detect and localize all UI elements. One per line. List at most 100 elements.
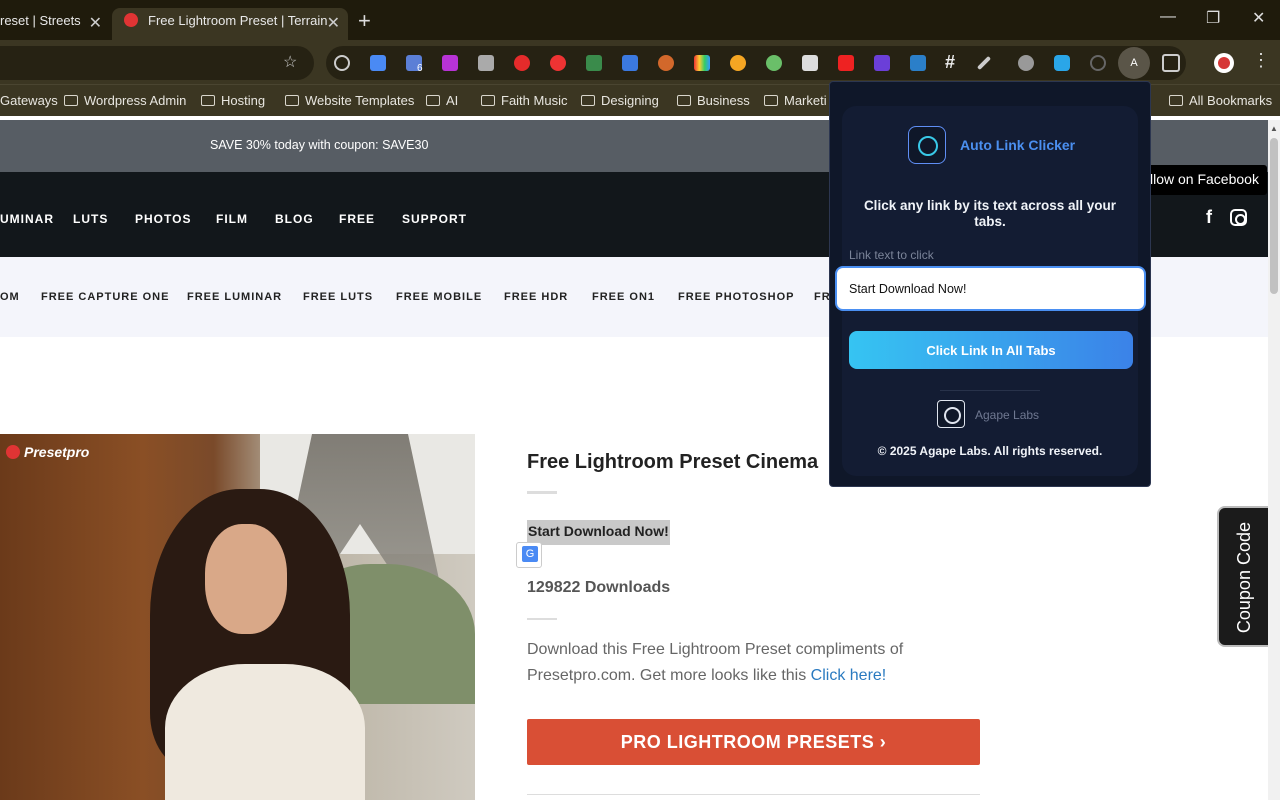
bookmark-label: Marketi bbox=[784, 93, 827, 108]
product-description: Download this Free Lightroom Preset comp… bbox=[527, 637, 927, 689]
bookmark-gateways[interactable]: Gateways bbox=[0, 93, 58, 108]
bookmark-marketing[interactable]: Marketi bbox=[764, 93, 827, 108]
subnav-free-luminar[interactable]: FREE LUMINAR bbox=[187, 291, 282, 303]
folder-icon bbox=[64, 95, 78, 106]
new-tab-button[interactable]: + bbox=[358, 8, 371, 34]
product-title: Free Lightroom Preset Cinema bbox=[527, 451, 819, 473]
start-download-link[interactable]: Start Download Now! bbox=[527, 520, 670, 545]
chat-extension-icon[interactable] bbox=[1054, 55, 1070, 71]
nav-support[interactable]: SUPPORT bbox=[402, 212, 467, 226]
tab-terrain[interactable]: Free Lightroom Preset | Terrain ✕ bbox=[112, 8, 348, 40]
page-scrollbar[interactable]: ▲ bbox=[1268, 120, 1280, 800]
close-tab-icon[interactable]: ✕ bbox=[89, 13, 102, 33]
hashtag-extension-icon[interactable]: # bbox=[945, 52, 955, 73]
bookmark-designing[interactable]: Designing bbox=[581, 93, 659, 108]
subnav-free-hdr[interactable]: FREE HDR bbox=[504, 291, 568, 303]
puzzle-extensions-icon[interactable] bbox=[1162, 54, 1180, 72]
folder-icon bbox=[677, 95, 691, 106]
grid-extension-icon[interactable] bbox=[802, 55, 818, 71]
dress-shape bbox=[165, 664, 365, 800]
download-extension-icon[interactable] bbox=[442, 55, 458, 71]
nav-luminar[interactable]: UMINAR bbox=[0, 212, 54, 226]
close-tab-icon[interactable]: ✕ bbox=[327, 13, 340, 33]
instagram-icon[interactable] bbox=[1230, 209, 1247, 226]
bookmark-label: AI bbox=[446, 93, 459, 108]
folder-icon bbox=[581, 95, 595, 106]
disabled-extension-icon[interactable] bbox=[1090, 55, 1106, 71]
link-text-label: Link text to click bbox=[849, 248, 934, 262]
heart-extension-icon[interactable] bbox=[838, 55, 854, 71]
tab-title: reset | Streets bbox=[0, 13, 81, 28]
pro-lightroom-presets-button[interactable]: PRO LIGHTROOM PRESETS › bbox=[527, 719, 980, 765]
bookmark-star-icon[interactable]: ☆ bbox=[283, 52, 297, 72]
tab-strip: reset | Streets ✕ Free Lightroom Preset … bbox=[0, 0, 1280, 40]
auto-link-clicker-logo-icon bbox=[908, 126, 946, 164]
folder-icon bbox=[764, 95, 778, 106]
subnav-free-mobile[interactable]: FREE MOBILE bbox=[396, 291, 482, 303]
subnav-free-luts[interactable]: FREE LUTS bbox=[303, 291, 373, 303]
folder-icon bbox=[201, 95, 215, 106]
tab-title: Free Lightroom Preset | Terrain bbox=[148, 13, 328, 28]
facebook-tooltip: llow on Facebook bbox=[1140, 165, 1267, 195]
bookmark-label: Gateways bbox=[0, 93, 58, 108]
subnav-free-on1[interactable]: FREE ON1 bbox=[592, 291, 655, 303]
auto-link-clicker-popup: Auto Link Clicker Click any link by its … bbox=[829, 81, 1151, 487]
bookmark-all-bookmarks[interactable]: All Bookmarks bbox=[1169, 93, 1272, 108]
bookmark-hosting[interactable]: Hosting bbox=[201, 93, 265, 108]
address-bar[interactable] bbox=[0, 46, 314, 80]
cursor-extension-icon[interactable] bbox=[910, 55, 926, 71]
bookmark-faith-music[interactable]: Faith Music bbox=[481, 93, 567, 108]
leaf-extension-icon[interactable] bbox=[766, 55, 782, 71]
bookmark-label: Designing bbox=[601, 93, 659, 108]
bookmark-label: Hosting bbox=[221, 93, 266, 108]
minimize-icon[interactable]: — bbox=[1160, 8, 1176, 26]
restore-icon[interactable]: ❐ bbox=[1206, 8, 1220, 28]
tab-streets[interactable]: reset | Streets ✕ bbox=[0, 8, 110, 40]
bookmark-business[interactable]: Business bbox=[677, 93, 750, 108]
camera-extension-icon[interactable] bbox=[478, 55, 494, 71]
font-extension-icon[interactable] bbox=[874, 55, 890, 71]
bookmark-website-templates[interactable]: Website Templates bbox=[285, 93, 414, 108]
palette-extension-icon[interactable] bbox=[694, 55, 710, 71]
image-extension-icon[interactable] bbox=[586, 55, 602, 71]
presetpro-favicon-icon bbox=[124, 13, 138, 27]
subnav-free-capture-one[interactable]: FREE CAPTURE ONE bbox=[41, 291, 169, 303]
face-shape bbox=[205, 524, 287, 634]
bookmark-label: All Bookmarks bbox=[1189, 93, 1273, 108]
subnav-free-photoshop[interactable]: FREE PHOTOSHOP bbox=[678, 291, 794, 303]
link-text-input[interactable] bbox=[835, 266, 1146, 311]
nav-film[interactable]: FILM bbox=[216, 212, 248, 226]
click-here-link[interactable]: Click here! bbox=[811, 667, 887, 684]
docs-extension-icon[interactable] bbox=[622, 55, 638, 71]
wordpress-extension-icon[interactable] bbox=[658, 55, 674, 71]
coupon-code-label: Coupon Code bbox=[1234, 522, 1254, 634]
scroll-up-icon[interactable]: ▲ bbox=[1270, 124, 1278, 133]
scrollbar-thumb[interactable] bbox=[1270, 138, 1278, 294]
copyright-notice: © 2025 Agape Labs. All rights reserved. bbox=[877, 444, 1103, 458]
nav-photos[interactable]: PHOTOS bbox=[135, 212, 191, 226]
facebook-icon[interactable]: f bbox=[1206, 207, 1212, 228]
pin-extension-icon[interactable] bbox=[1018, 55, 1034, 71]
auto-link-clicker-extension-button[interactable]: A bbox=[1118, 47, 1150, 79]
downloads-divider bbox=[527, 618, 557, 620]
pokeball-extension-icon[interactable] bbox=[550, 55, 566, 71]
nav-blog[interactable]: BLOG bbox=[275, 212, 314, 226]
globe-extension-icon[interactable] bbox=[334, 55, 350, 71]
subnav-item[interactable]: OM bbox=[0, 291, 20, 303]
nav-free[interactable]: FREE bbox=[339, 212, 375, 226]
bookmark-ai[interactable]: AI bbox=[426, 93, 458, 108]
google-translate-icon[interactable] bbox=[516, 542, 542, 568]
coupon-code-tab[interactable]: Coupon Code bbox=[1217, 506, 1268, 647]
translate-extension-icon[interactable] bbox=[370, 55, 386, 71]
agape-labs-logo-icon bbox=[937, 400, 965, 428]
nav-luts[interactable]: LUTS bbox=[73, 212, 108, 226]
profile-avatar[interactable] bbox=[1214, 53, 1234, 73]
hand-extension-icon[interactable] bbox=[514, 55, 530, 71]
bookmark-wordpress-admin[interactable]: Wordpress Admin bbox=[64, 93, 186, 108]
orange-extension-icon[interactable] bbox=[730, 55, 746, 71]
extension-badge: 6 bbox=[417, 63, 423, 74]
close-window-icon[interactable]: ✕ bbox=[1252, 8, 1265, 28]
folder-icon bbox=[426, 95, 440, 106]
click-link-in-all-tabs-button[interactable]: Click Link In All Tabs bbox=[849, 331, 1133, 369]
browser-menu-icon[interactable]: ⋮ bbox=[1252, 50, 1270, 71]
